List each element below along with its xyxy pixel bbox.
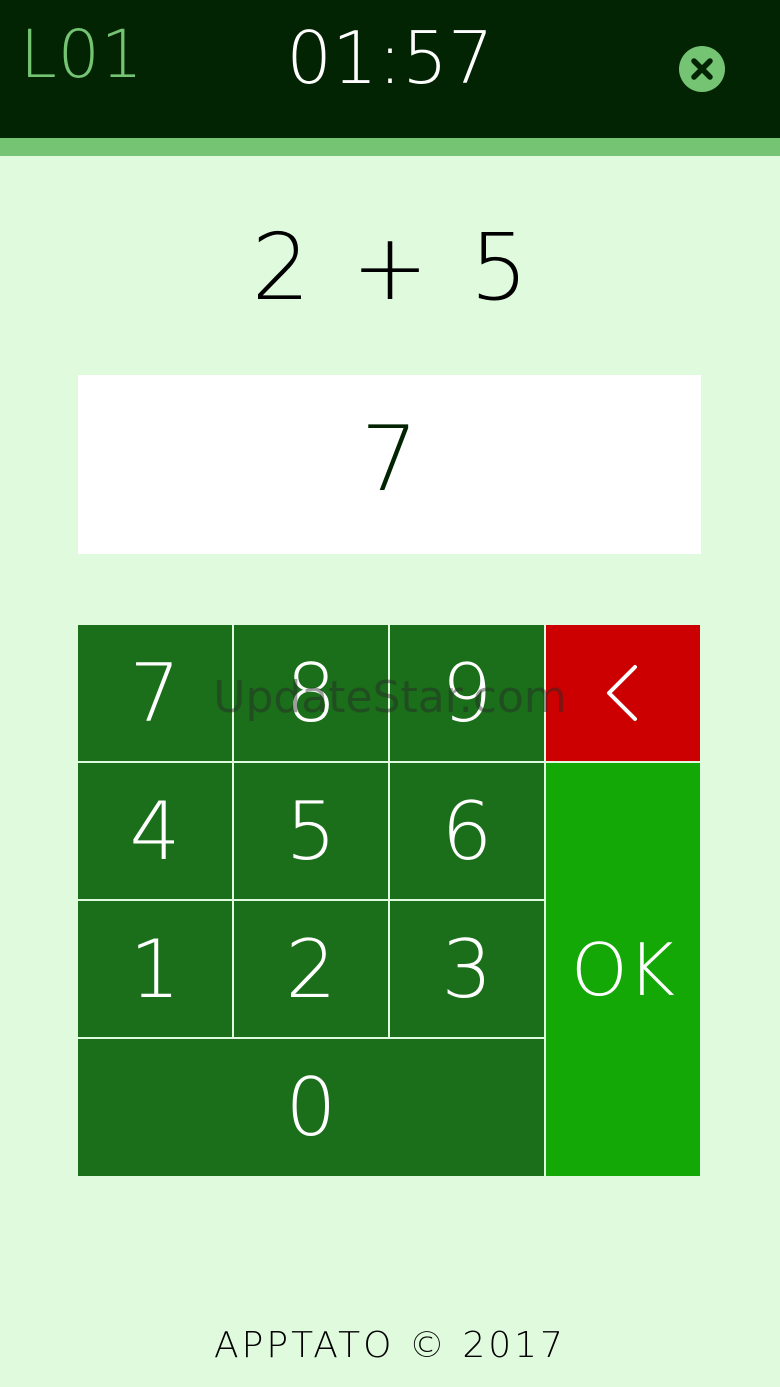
key-8[interactable]: 8 [234,625,388,761]
key-3[interactable]: 3 [390,901,544,1037]
answer-value: 7 [360,407,419,512]
key-4[interactable]: 4 [78,763,232,899]
key-9[interactable]: 9 [390,625,544,761]
countdown-timer: 01:57 [286,16,494,100]
close-button[interactable] [679,46,725,92]
key-0[interactable]: 0 [78,1039,544,1176]
answer-field[interactable]: 7 [78,375,701,554]
top-bar: L01 01:57 [0,0,780,138]
key-2[interactable]: 2 [234,901,388,1037]
ok-button[interactable]: OK [546,763,700,1176]
math-question: 2 + 5 [251,214,529,321]
close-icon [691,58,713,80]
key-6[interactable]: 6 [390,763,544,899]
key-5[interactable]: 5 [234,763,388,899]
copyright-footer: APPTATO © 2017 [214,1325,566,1366]
key-7[interactable]: 7 [78,625,232,761]
accent-strip [0,138,780,156]
chevron-left-icon [607,665,637,721]
key-1[interactable]: 1 [78,901,232,1037]
backspace-button[interactable] [546,625,700,761]
